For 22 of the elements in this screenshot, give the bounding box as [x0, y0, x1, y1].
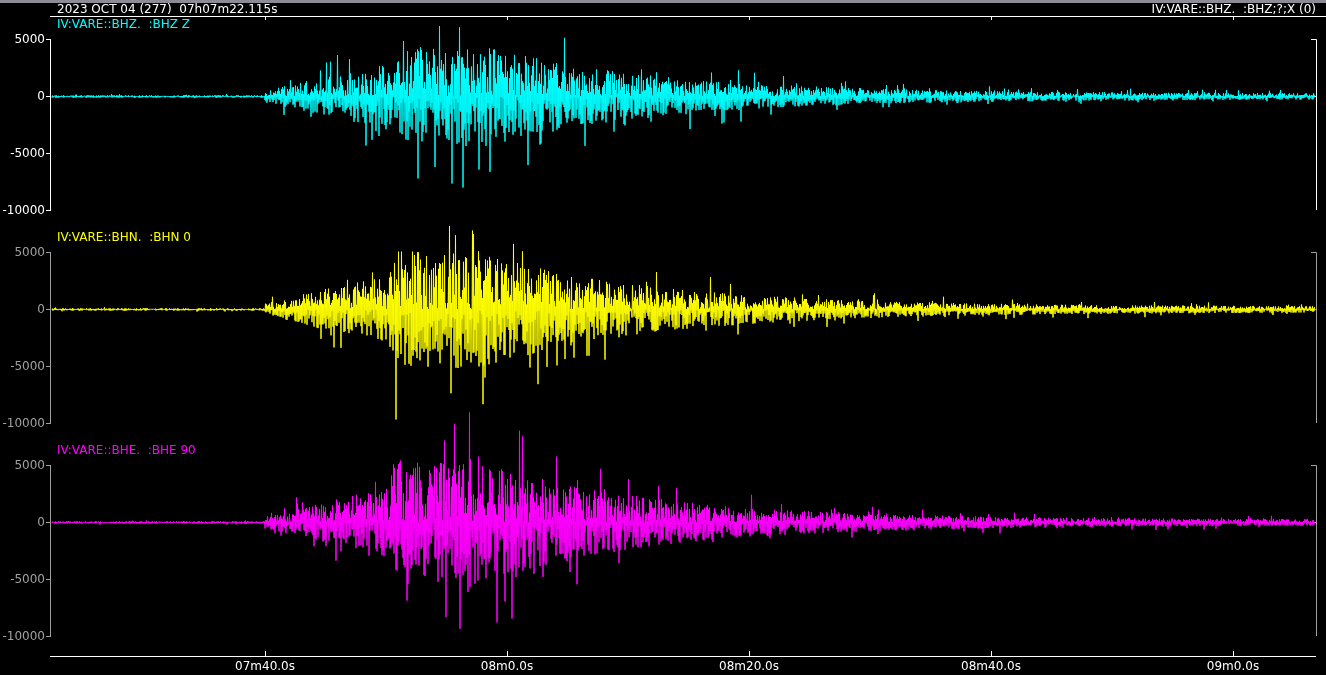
axis-tick-label: 0 [37, 89, 45, 103]
time-tick-label: 08m40.0s [961, 659, 1021, 673]
axis-tick-label: 5000 [14, 458, 45, 472]
axis-tick-label: 0 [37, 515, 45, 529]
axis-tick-label: 0 [37, 302, 45, 316]
channel-label: IV:VARE::BHN. :BHN 0 [57, 230, 191, 244]
start-time: 2023 OCT 04 (277) 07h07m22.115s [57, 3, 278, 16]
time-tick-label: 09m0.0s [1206, 659, 1260, 673]
axis-tick-label: -10000 [2, 203, 45, 217]
time-tick-label: 07m40.0s [235, 659, 295, 673]
axis-tick-label: -5000 [10, 572, 45, 586]
time-tick-label: 08m20.0s [719, 659, 779, 673]
axis-tick-label: -5000 [10, 146, 45, 160]
axis-tick-label: -10000 [2, 416, 45, 430]
channel-label: IV:VARE::BHE. :BHE 90 [57, 443, 196, 457]
axis-tick-label: 5000 [14, 32, 45, 46]
axis-tick-label: -5000 [10, 359, 45, 373]
axis-tick-label: -10000 [2, 629, 45, 643]
trace-id: IV:VARE::BHZ. :BHZ;?;X (0) [1151, 3, 1316, 16]
time-tick-label: 08m0.0s [480, 659, 534, 673]
axis-tick-label: 5000 [14, 245, 45, 259]
channel-label: IV:VARE::BHZ. :BHZ Z [57, 17, 190, 31]
